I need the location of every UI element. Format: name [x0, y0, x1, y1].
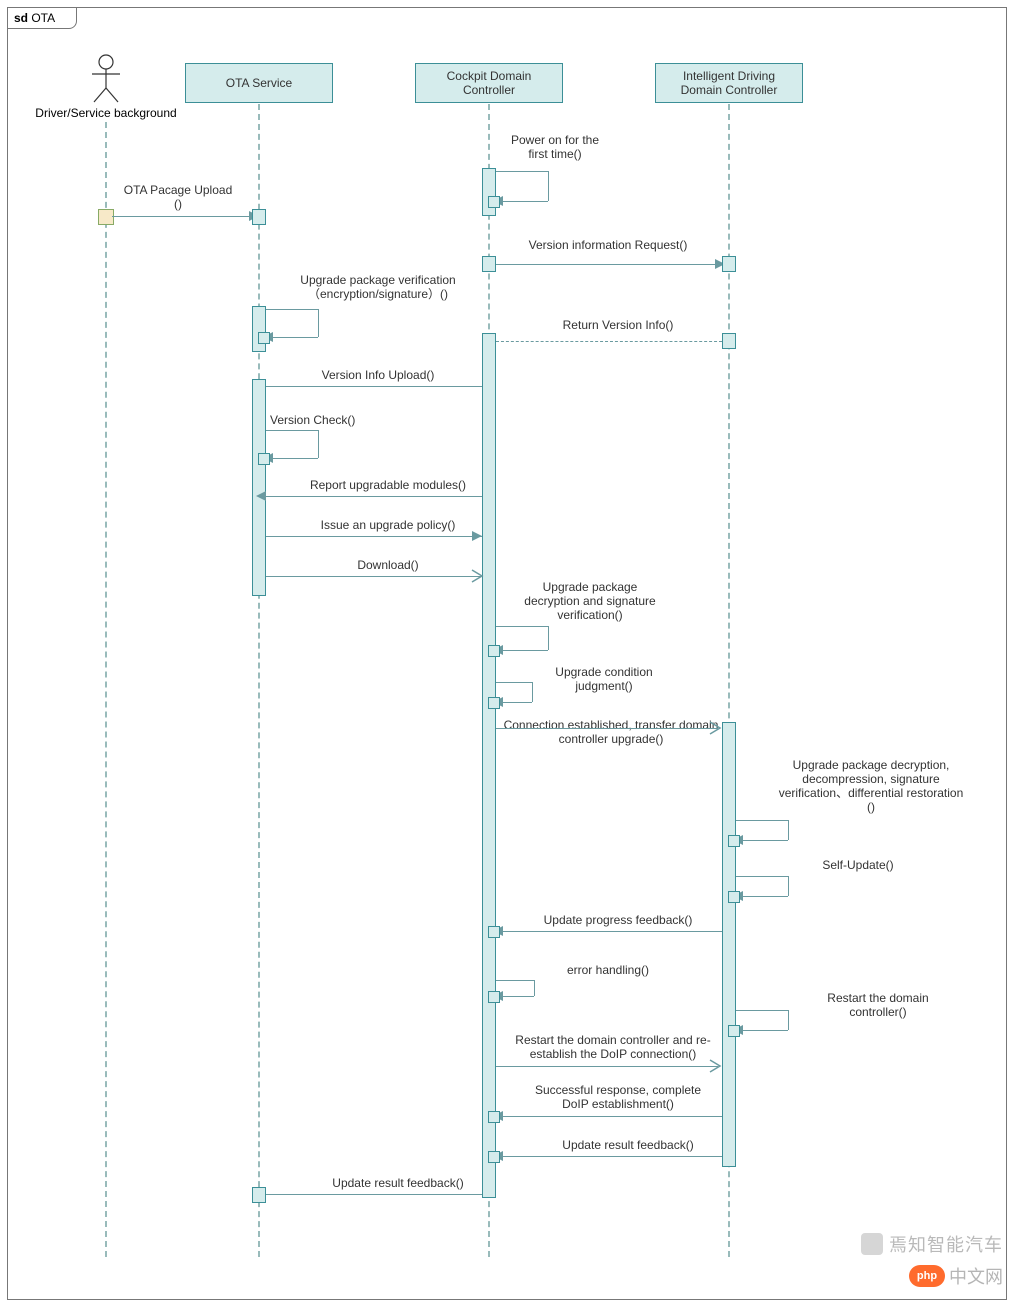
self-act-idc-dec	[728, 835, 740, 847]
act-ota-main	[252, 379, 266, 596]
msg-issue-policy: Issue an upgrade policy()	[298, 518, 478, 532]
msg-upg-decrypt-cdc: Upgrade package decryption and signature…	[500, 580, 680, 622]
act-cdc-poweron	[482, 168, 496, 216]
act-ota-verify	[252, 306, 266, 352]
msg-report-upg: Report upgradable modules()	[288, 478, 488, 492]
act-cdc-prog	[488, 926, 500, 938]
self-act-restart	[728, 1025, 740, 1037]
actor-label: Driver/Service background	[16, 106, 196, 120]
act-cdc-succ	[488, 1111, 500, 1123]
watermark-2: php 中文网	[909, 1263, 1003, 1289]
msg-ota-upload: OTA Pacage Upload ()	[118, 183, 238, 211]
msg-self-update: Self-Update()	[788, 858, 928, 872]
msg-upg-verify: Upgrade package verification （encryption…	[268, 273, 488, 301]
msg-restart-doip: Restart the domain controller and re- es…	[498, 1033, 728, 1061]
msg-power-on: Power on for the first time()	[495, 133, 615, 161]
lifeline-idc: Intelligent Driving Domain Controller	[655, 63, 803, 103]
msg-upg-cond: Upgrade condition judgment()	[534, 665, 674, 693]
lifeline-ota: OTA Service	[185, 63, 333, 103]
self-act-poweron	[488, 196, 500, 208]
lifeline-actor	[105, 122, 107, 1257]
msg-upd-res-fb2: Update result feedback()	[298, 1176, 498, 1190]
watermark-2-text: 中文网	[949, 1263, 1003, 1289]
msg-ver-upload: Version Info Upload()	[298, 368, 458, 382]
msg-upd-res-fb1: Update result feedback()	[528, 1138, 728, 1152]
chat-icon	[861, 1233, 883, 1255]
msg-idc-decrypt: Upgrade package decryption, decompressio…	[746, 758, 996, 814]
msg-conn-est: Connection established, transfer domain …	[486, 718, 736, 746]
msg-version-check: Version Check()	[270, 413, 390, 427]
actor-figure	[86, 54, 126, 104]
act-ota-final	[252, 1187, 266, 1203]
msg-err-handle: error handling()	[538, 963, 678, 977]
act-cdc-verreq	[482, 256, 496, 272]
lifeline-cockpit: Cockpit Domain Controller	[415, 63, 563, 103]
msg-upd-prog: Update progress feedback()	[518, 913, 718, 927]
act-idc-verreq	[722, 256, 736, 272]
act-idc-retver	[722, 333, 736, 349]
act-ota-1	[252, 209, 266, 225]
found-marker	[98, 209, 114, 225]
msg-ver-req: Version information Request()	[508, 238, 708, 252]
act-cdc-res1	[488, 1151, 500, 1163]
watermark-1-text: 焉知智能汽车	[889, 1231, 1003, 1257]
self-act-vercheck	[258, 453, 270, 465]
self-act-cond	[488, 697, 500, 709]
watermark-1: 焉知智能汽车	[861, 1231, 1003, 1257]
self-act-err	[488, 991, 500, 1003]
frame-tab: sd OTA	[7, 7, 77, 29]
php-badge: php	[909, 1265, 945, 1287]
self-act-dec-cdc	[488, 645, 500, 657]
self-act-selfupd	[728, 891, 740, 903]
msg-restart-idc: Restart the domain controller()	[788, 991, 968, 1019]
msg-download: Download()	[328, 558, 448, 572]
msg-succ-resp: Successful response, complete DoIP estab…	[508, 1083, 728, 1111]
self-act-verify	[258, 332, 270, 344]
act-cdc-main	[482, 333, 496, 1198]
lifeline-ota-dash	[258, 104, 260, 1257]
msg-ret-ver: Return Version Info()	[528, 318, 708, 332]
